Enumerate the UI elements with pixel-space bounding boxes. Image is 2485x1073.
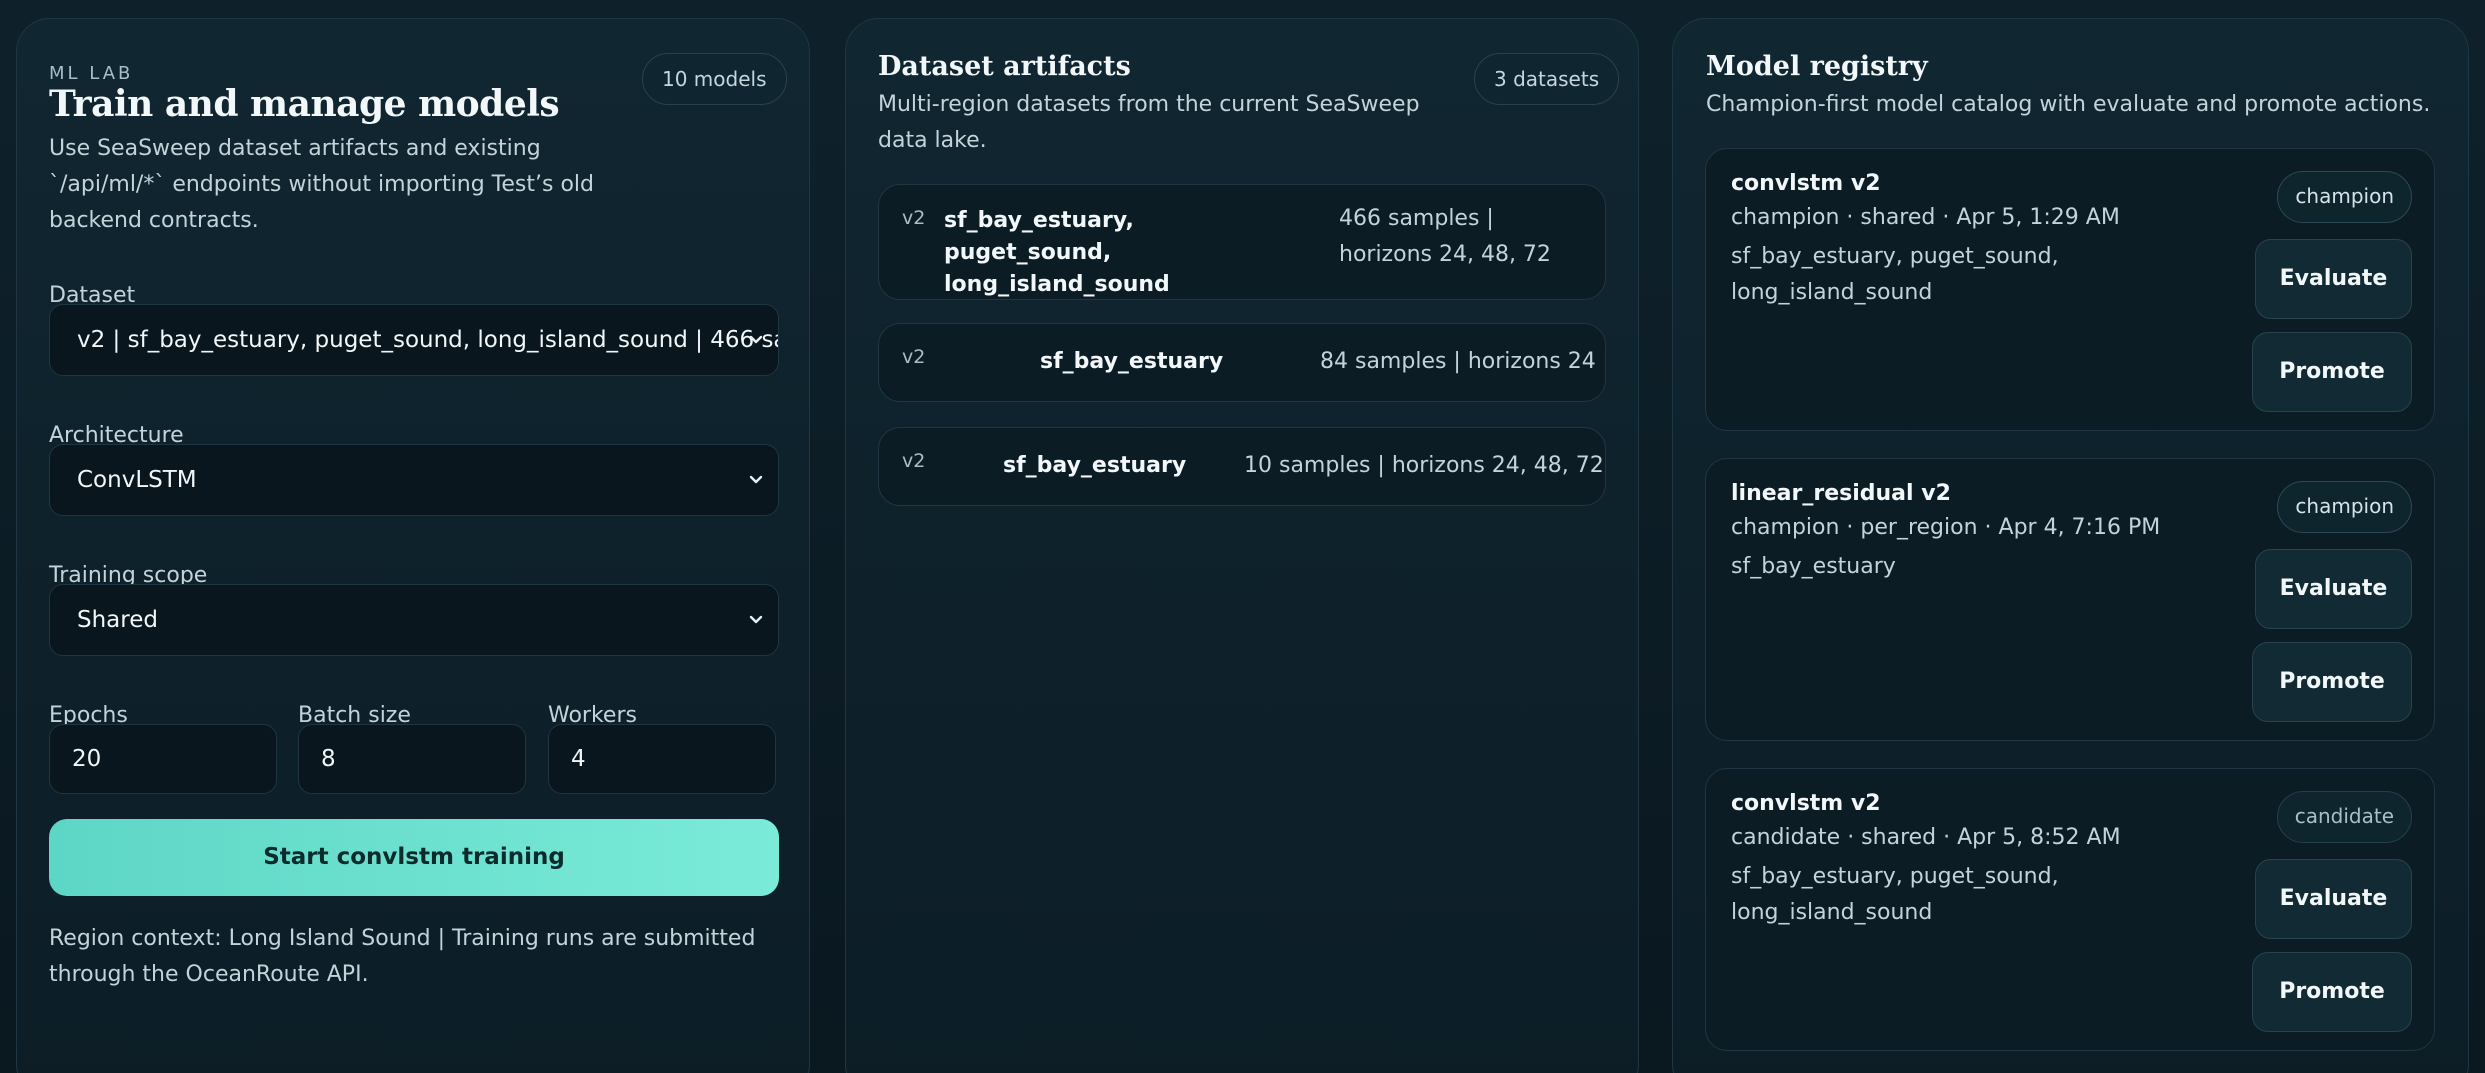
model-card: linear_residual v2 champion · per_region… — [1705, 458, 2435, 741]
start-training-button[interactable]: Start convlstm training — [49, 819, 779, 896]
evaluate-button[interactable]: Evaluate — [2255, 239, 2412, 319]
model-meta: champion · per_region · Apr 4, 7:16 PM — [1731, 515, 2161, 540]
model-meta: champion · shared · Apr 5, 1:29 AM — [1731, 205, 2120, 230]
batch-size-input[interactable]: 8 — [298, 724, 526, 794]
model-meta: candidate · shared · Apr 5, 8:52 AM — [1731, 825, 2121, 850]
dataset-meta: 10 samples | horizons 24, 48, 72 — [1244, 453, 1604, 478]
dataset-version: v2 — [902, 346, 926, 368]
training-scope-select-value: Shared — [77, 607, 158, 633]
status-badge: champion — [2277, 481, 2412, 533]
epochs-input[interactable]: 20 — [49, 724, 277, 794]
status-badge: champion — [2277, 171, 2412, 223]
dataset-meta: 466 samples | horizons 24, 48, 72 — [1339, 206, 1551, 267]
registry-title: Model registry — [1706, 51, 1928, 82]
datasets-title: Dataset artifacts — [878, 51, 1131, 82]
eyebrow-label: ML LAB — [49, 63, 134, 84]
training-description: Use SeaSweep dataset artifacts and exist… — [49, 136, 594, 233]
dataset-version: v2 — [902, 207, 926, 229]
architecture-select-value: ConvLSTM — [77, 467, 197, 493]
dataset-name: sf_bay_estuary — [1003, 453, 1187, 478]
dataset-version: v2 — [902, 450, 926, 472]
model-regions: sf_bay_estuary, puget_sound, long_island… — [1731, 244, 2059, 305]
datasets-panel: Dataset artifacts 3 datasets Multi-regio… — [845, 18, 1639, 1073]
promote-button[interactable]: Promote — [2252, 332, 2412, 412]
model-card: convlstm v2 champion · shared · Apr 5, 1… — [1705, 148, 2435, 431]
model-regions: sf_bay_estuary — [1731, 554, 1896, 579]
model-card: convlstm v2 candidate · shared · Apr 5, … — [1705, 768, 2435, 1051]
region-context-text: Region context: Long Island Sound | Trai… — [49, 926, 756, 987]
model-regions: sf_bay_estuary, puget_sound, long_island… — [1731, 864, 2059, 925]
workers-input[interactable]: 4 — [548, 724, 776, 794]
dataset-card[interactable]: v2 sf_bay_estuary 10 samples | horizons … — [878, 427, 1606, 506]
dataset-count-badge: 3 datasets — [1474, 53, 1620, 105]
model-count-badge: 10 models — [642, 53, 787, 105]
model-name: convlstm v2 — [1731, 791, 1881, 816]
dataset-card[interactable]: v2 sf_bay_estuary 84 samples | horizons … — [878, 323, 1606, 402]
dataset-meta: 84 samples | horizons 24 — [1320, 349, 1596, 374]
model-name: convlstm v2 — [1731, 171, 1881, 196]
dataset-name: sf_bay_estuary — [1040, 349, 1224, 374]
dataset-select-value: v2 | sf_bay_estuary, puget_sound, long_i… — [77, 327, 778, 353]
training-panel: ML LAB Train and manage models 10 models… — [16, 18, 810, 1073]
status-badge: candidate — [2276, 791, 2412, 843]
training-scope-select[interactable]: Shared — [49, 584, 779, 656]
evaluate-button[interactable]: Evaluate — [2255, 859, 2412, 939]
model-name: linear_residual v2 — [1731, 481, 1951, 506]
registry-panel: Model registry Champion-first model cata… — [1672, 18, 2469, 1073]
chevron-down-icon — [746, 585, 766, 655]
dataset-name: sf_bay_estuary, puget_sound, long_island… — [944, 208, 1170, 297]
datasets-subtitle: Multi-region datasets from the current S… — [878, 92, 1420, 153]
chevron-down-icon — [746, 305, 766, 375]
architecture-select[interactable]: ConvLSTM — [49, 444, 779, 516]
evaluate-button[interactable]: Evaluate — [2255, 549, 2412, 629]
page-title: Train and manage models — [49, 83, 560, 125]
registry-subtitle: Champion-first model catalog with evalua… — [1706, 92, 2431, 117]
dataset-select[interactable]: v2 | sf_bay_estuary, puget_sound, long_i… — [49, 304, 779, 376]
dataset-card[interactable]: v2 sf_bay_estuary, puget_sound, long_isl… — [878, 184, 1606, 300]
chevron-down-icon — [746, 445, 766, 515]
promote-button[interactable]: Promote — [2252, 952, 2412, 1032]
promote-button[interactable]: Promote — [2252, 642, 2412, 722]
